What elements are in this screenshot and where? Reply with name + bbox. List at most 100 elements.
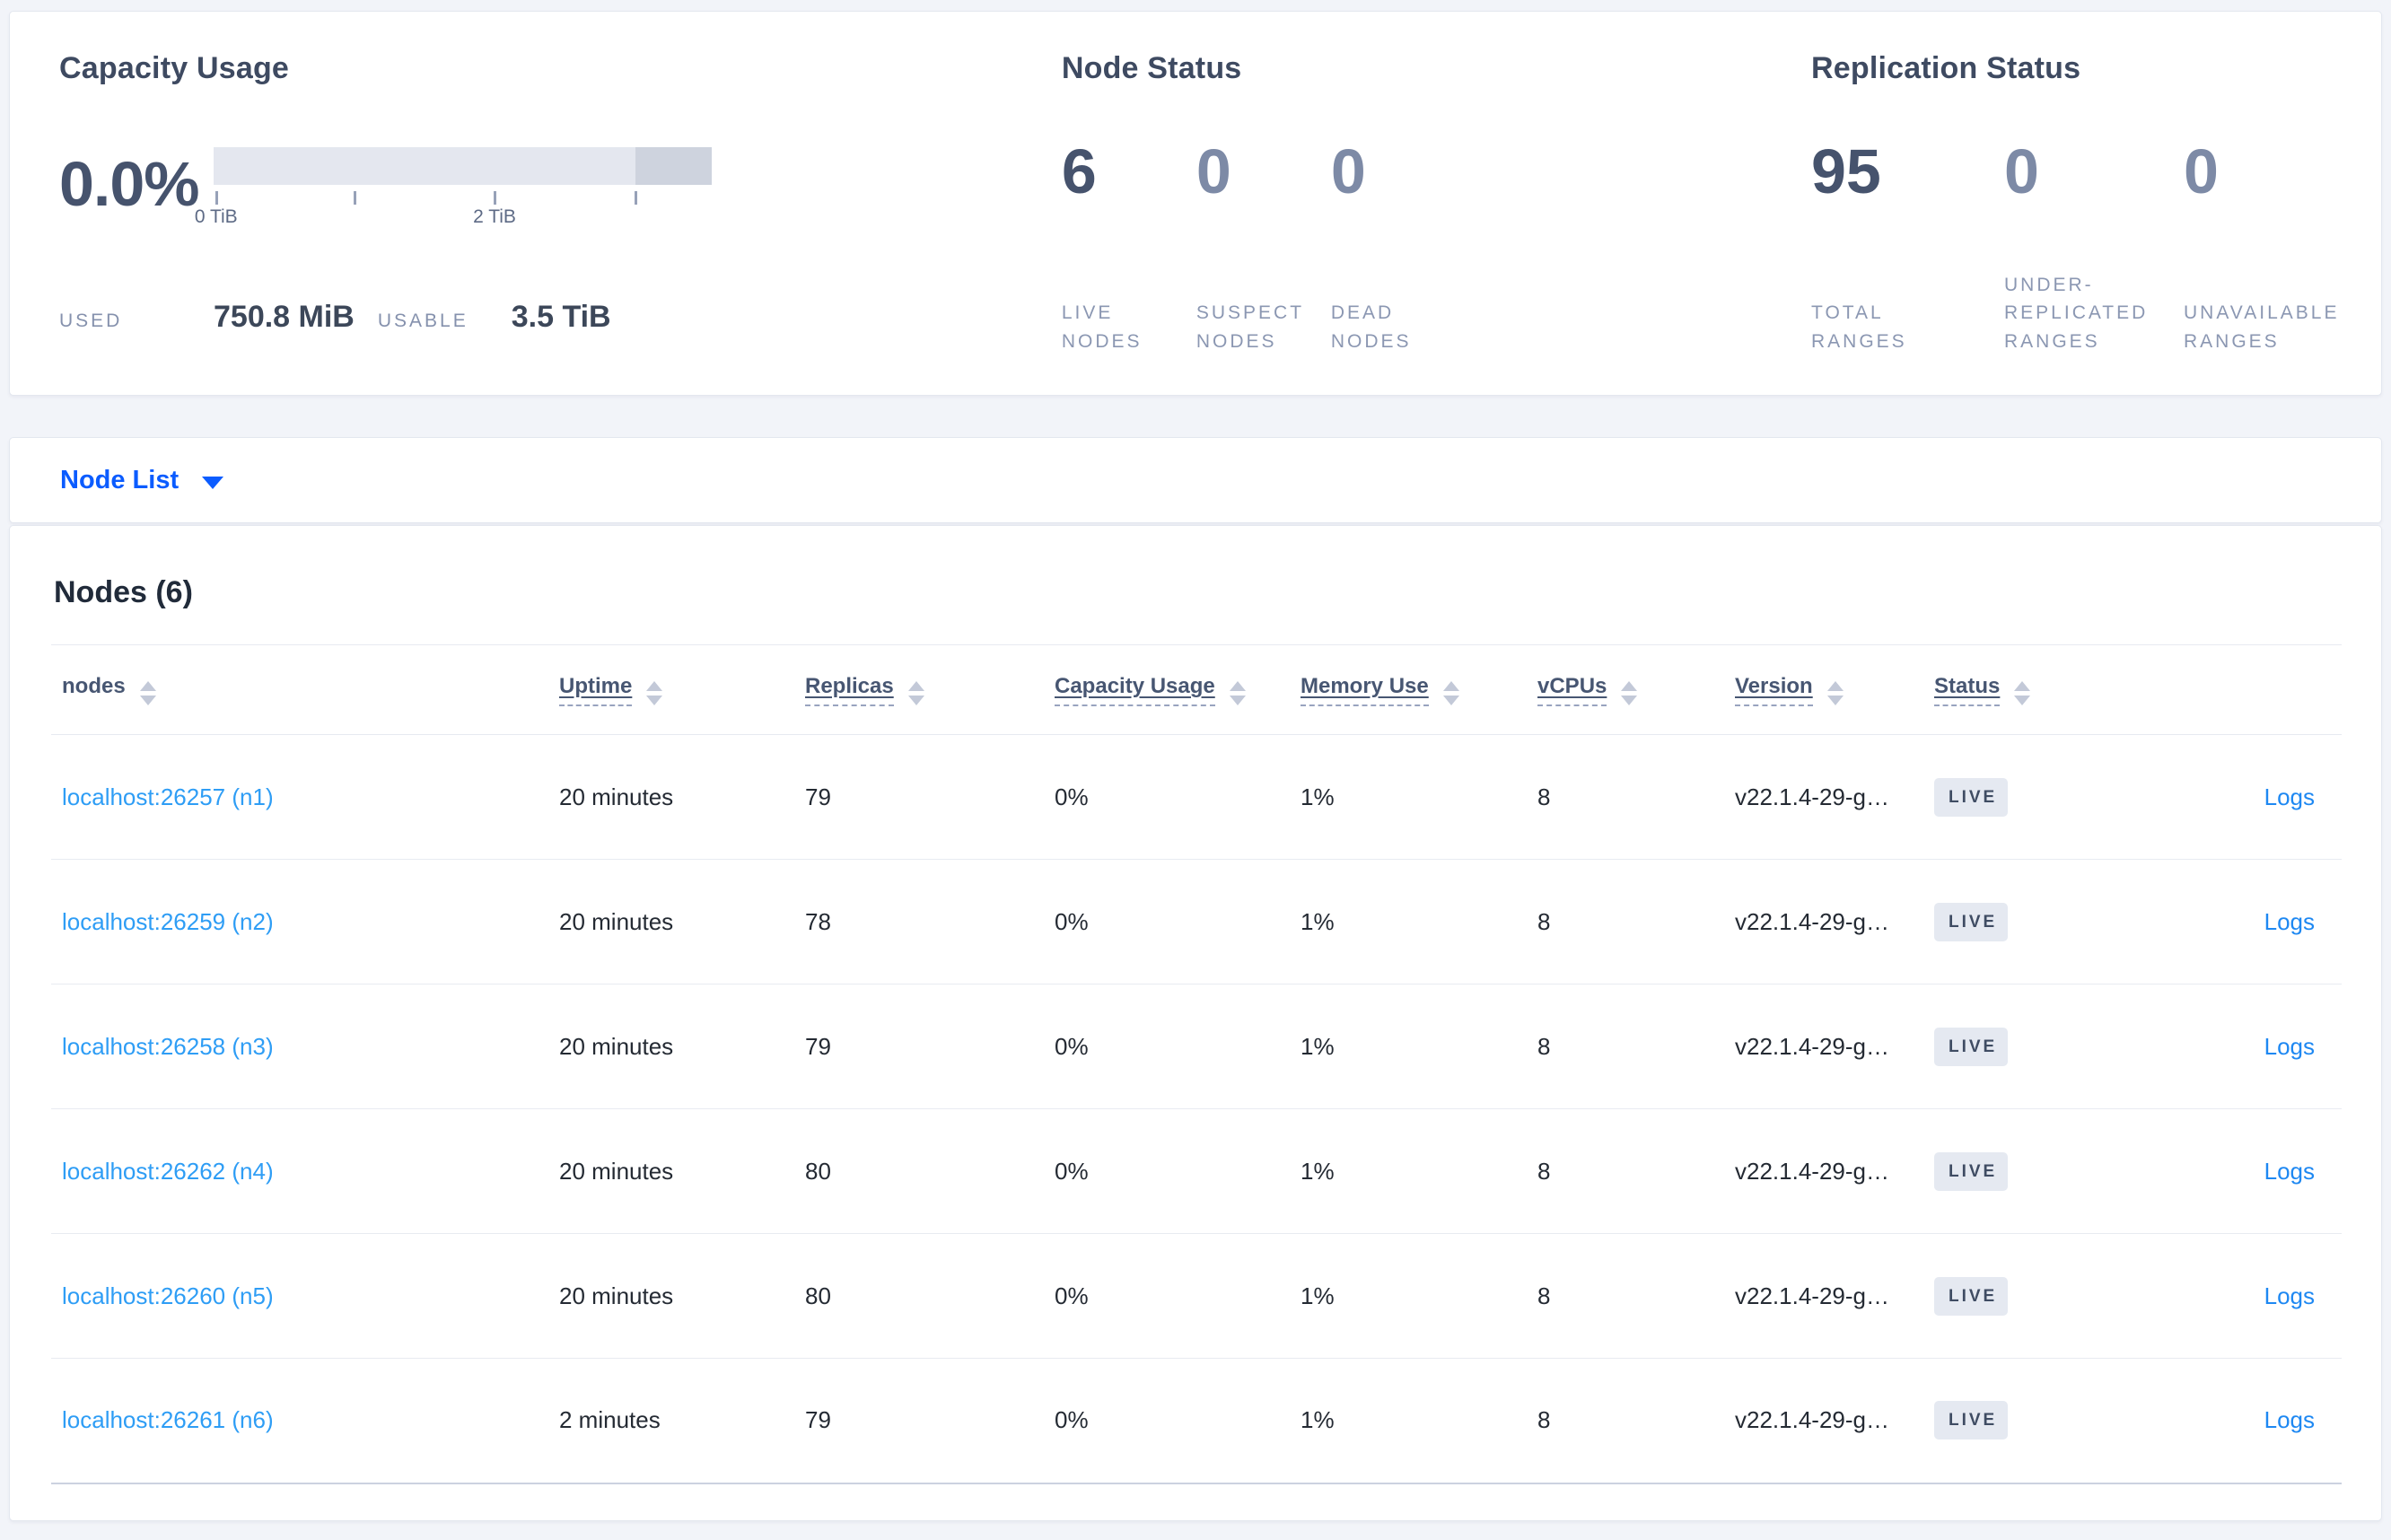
vcpus-cell: 8 bbox=[1537, 1282, 1551, 1309]
sort-icon[interactable] bbox=[1442, 681, 1459, 705]
node-link[interactable]: localhost:26260 (n5) bbox=[62, 1282, 274, 1309]
sort-icon[interactable] bbox=[1826, 681, 1844, 705]
version-cell: v22.1.4-29-g… bbox=[1735, 1406, 1889, 1434]
column-header-uptime[interactable]: Uptime bbox=[548, 645, 794, 735]
sort-icon[interactable] bbox=[139, 681, 156, 705]
column-header-nodes[interactable]: nodes bbox=[51, 645, 548, 735]
status-badge: LIVE bbox=[1934, 1151, 2009, 1191]
live-nodes-value: 6 bbox=[1061, 136, 1097, 206]
capacity-stats: USED 750.8 MiB USABLE 3.5 TiB bbox=[59, 300, 1062, 335]
suspect-nodes-stat: 0 SUSPECT NODES bbox=[1196, 140, 1331, 355]
memory-use-cell: 1% bbox=[1301, 1406, 1335, 1434]
uptime-cell: 20 minutes bbox=[559, 1032, 674, 1060]
logs-link[interactable]: Logs bbox=[2264, 1158, 2315, 1185]
column-header-vcpus[interactable]: vCPUs bbox=[1527, 645, 1724, 735]
unavailable-ranges-stat: 0 UNAVAILABLE RANGES bbox=[2184, 140, 2381, 355]
node-link[interactable]: localhost:26258 (n3) bbox=[62, 1033, 274, 1060]
suspect-nodes-value: 0 bbox=[1196, 136, 1231, 206]
replication-status-section: Replication Status 95 TOTAL RANGES 0 UND… bbox=[1811, 51, 2381, 395]
unavailable-ranges-label: UNAVAILABLE RANGES bbox=[2184, 302, 2340, 352]
capacity-usage-title: Capacity Usage bbox=[59, 51, 290, 85]
axis-tick bbox=[215, 191, 218, 205]
axis-tick bbox=[635, 191, 638, 205]
logs-link[interactable]: Logs bbox=[2264, 908, 2315, 935]
dead-nodes-stat: 0 DEAD NODES bbox=[1331, 140, 1475, 355]
capacity-usage-cell: 0% bbox=[1055, 783, 1089, 810]
logs-link[interactable]: Logs bbox=[2264, 1406, 2315, 1433]
status-badge: LIVE bbox=[1934, 777, 2009, 817]
under-replicated-ranges-value: 0 bbox=[2004, 136, 2039, 206]
table-row: localhost:26258 (n3) 20 minutes 79 0% 1%… bbox=[51, 984, 2342, 1109]
sort-icon[interactable] bbox=[2014, 681, 2031, 705]
memory-use-cell: 1% bbox=[1301, 1282, 1335, 1309]
memory-use-cell: 1% bbox=[1301, 1032, 1335, 1060]
column-header-status[interactable]: Status bbox=[1923, 645, 2155, 735]
dead-nodes-value: 0 bbox=[1330, 136, 1366, 206]
chevron-down-icon[interactable] bbox=[202, 476, 224, 489]
under-replicated-ranges-stat: 0 UNDER-REPLICATED RANGES bbox=[2004, 140, 2184, 355]
table-header-row: nodes Uptime Replicas Capacity Usage Mem… bbox=[51, 644, 2342, 735]
memory-use-cell: 1% bbox=[1301, 1157, 1335, 1185]
node-status-stats: 6 LIVE NODES 0 SUSPECT NODES 0 DEAD NODE… bbox=[1062, 140, 1811, 355]
replicas-cell: 80 bbox=[805, 1282, 831, 1309]
vcpus-cell: 8 bbox=[1537, 1157, 1551, 1185]
used-label: USED bbox=[59, 311, 123, 331]
logs-link[interactable]: Logs bbox=[2264, 1033, 2315, 1060]
cluster-overview-page: Capacity Usage 0.0% 0 TiB 2 TiB USED 750… bbox=[0, 11, 2391, 1521]
capacity-used-percent: 0.0% bbox=[59, 149, 200, 219]
capacity-usage-cell: 0% bbox=[1055, 1157, 1089, 1185]
version-cell: v22.1.4-29-g… bbox=[1735, 783, 1889, 810]
node-list-dropdown-bar[interactable]: Node List bbox=[9, 437, 2382, 523]
node-link[interactable]: localhost:26262 (n4) bbox=[62, 1158, 274, 1185]
node-link[interactable]: localhost:26257 (n1) bbox=[62, 783, 274, 810]
uptime-cell: 20 minutes bbox=[559, 907, 674, 935]
cluster-summary-panel: Capacity Usage 0.0% 0 TiB 2 TiB USED 750… bbox=[9, 11, 2382, 396]
logs-link[interactable]: Logs bbox=[2264, 1282, 2315, 1309]
logs-link[interactable]: Logs bbox=[2264, 783, 2315, 810]
capacity-usage-cell: 0% bbox=[1055, 1406, 1089, 1434]
replicas-cell: 80 bbox=[805, 1157, 831, 1185]
memory-use-cell: 1% bbox=[1301, 783, 1335, 810]
total-ranges-label: TOTAL RANGES bbox=[1811, 302, 1907, 352]
replication-status-title: Replication Status bbox=[1811, 51, 2081, 85]
column-header-version[interactable]: Version bbox=[1724, 645, 1923, 735]
vcpus-cell: 8 bbox=[1537, 1406, 1551, 1434]
sort-icon[interactable] bbox=[1621, 681, 1638, 705]
node-link[interactable]: localhost:26261 (n6) bbox=[62, 1406, 274, 1433]
vcpus-cell: 8 bbox=[1537, 907, 1551, 935]
usable-label: USABLE bbox=[377, 311, 469, 331]
axis-tick bbox=[353, 191, 356, 205]
version-cell: v22.1.4-29-g… bbox=[1735, 1032, 1889, 1060]
column-header-memory-use[interactable]: Memory Use bbox=[1290, 645, 1527, 735]
used-value: 750.8 MiB bbox=[214, 300, 355, 334]
column-header-replicas[interactable]: Replicas bbox=[794, 645, 1044, 735]
replicas-cell: 79 bbox=[805, 1032, 831, 1060]
suspect-nodes-label: SUSPECT NODES bbox=[1196, 302, 1304, 352]
capacity-axis-labels: 0 TiB 2 TiB bbox=[195, 205, 712, 230]
sort-icon[interactable] bbox=[1229, 681, 1246, 705]
uptime-cell: 20 minutes bbox=[559, 783, 674, 810]
uptime-cell: 20 minutes bbox=[559, 1282, 674, 1309]
version-cell: v22.1.4-29-g… bbox=[1735, 1157, 1889, 1185]
table-row: localhost:26259 (n2) 20 minutes 78 0% 1%… bbox=[51, 860, 2342, 984]
usable-value: 3.5 TiB bbox=[511, 300, 611, 334]
table-row: localhost:26262 (n4) 20 minutes 80 0% 1%… bbox=[51, 1109, 2342, 1234]
node-status-title: Node Status bbox=[1061, 51, 1242, 85]
axis-tick-label: 2 TiB bbox=[473, 206, 516, 227]
replication-status-stats: 95 TOTAL RANGES 0 UNDER-REPLICATED RANGE… bbox=[1811, 140, 2381, 355]
uptime-cell: 2 minutes bbox=[559, 1406, 661, 1434]
nodes-count-title: Nodes (6) bbox=[54, 575, 193, 609]
replicas-cell: 79 bbox=[805, 783, 831, 810]
node-link[interactable]: localhost:26259 (n2) bbox=[62, 908, 274, 935]
capacity-usage-section: Capacity Usage 0.0% 0 TiB 2 TiB USED 750… bbox=[59, 51, 1062, 395]
nodes-table: nodes Uptime Replicas Capacity Usage Mem… bbox=[51, 644, 2342, 1484]
live-nodes-label: LIVE NODES bbox=[1061, 302, 1143, 352]
total-ranges-stat: 95 TOTAL RANGES bbox=[1811, 140, 2004, 355]
node-list-dropdown[interactable]: Node List bbox=[60, 466, 179, 495]
version-cell: v22.1.4-29-g… bbox=[1735, 1282, 1889, 1309]
live-nodes-stat: 6 LIVE NODES bbox=[1062, 140, 1196, 355]
column-header-capacity-usage[interactable]: Capacity Usage bbox=[1044, 645, 1290, 735]
axis-tick-label: 0 TiB bbox=[194, 206, 238, 227]
sort-icon[interactable] bbox=[907, 681, 924, 705]
sort-icon[interactable] bbox=[646, 681, 663, 705]
